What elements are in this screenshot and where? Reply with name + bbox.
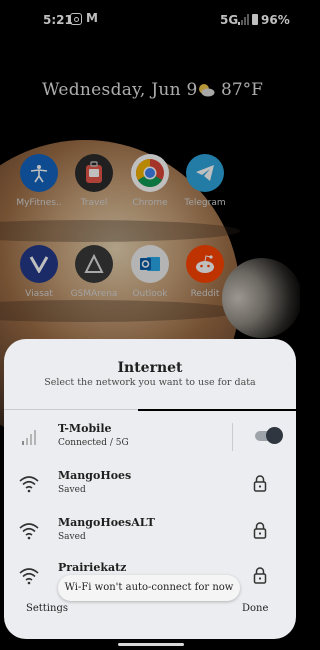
lock-icon	[253, 522, 267, 539]
panel-subtitle: Select the network you want to use for d…	[44, 377, 256, 388]
carrier-status: Connected / 5G	[58, 438, 129, 448]
gesture-nav-bar[interactable]	[118, 643, 184, 646]
wifi-icon	[19, 568, 39, 585]
wifi-network-name: MangoHoes	[58, 469, 132, 482]
vertical-separator	[232, 423, 233, 451]
wifi-icon	[19, 523, 39, 540]
done-button[interactable]: Done	[242, 603, 268, 614]
settings-button[interactable]: Settings	[26, 603, 68, 614]
wifi-network-row[interactable]: MangoHoes Saved	[4, 462, 296, 507]
cellular-signal-icon	[22, 430, 36, 445]
panel-title: Internet	[117, 360, 183, 376]
carrier-row[interactable]: T-Mobile Connected / 5G	[4, 415, 296, 460]
carrier-name: T-Mobile	[58, 422, 112, 435]
toggle-thumb	[266, 427, 283, 444]
mobile-data-toggle[interactable]	[253, 427, 283, 445]
wifi-network-name: Prairiekatz	[58, 561, 127, 574]
wifi-network-status: Saved	[58, 532, 86, 542]
scroll-indicator	[138, 409, 296, 411]
wifi-network-name: MangoHoesALT	[58, 516, 155, 529]
wifi-network-status: Saved	[58, 485, 86, 495]
wifi-icon	[19, 476, 39, 493]
wifi-network-row[interactable]: MangoHoesALT Saved	[4, 509, 296, 554]
lock-icon	[253, 475, 267, 492]
lock-icon	[253, 567, 267, 584]
wifi-toast: Wi-Fi won't auto-connect for now	[58, 575, 240, 601]
